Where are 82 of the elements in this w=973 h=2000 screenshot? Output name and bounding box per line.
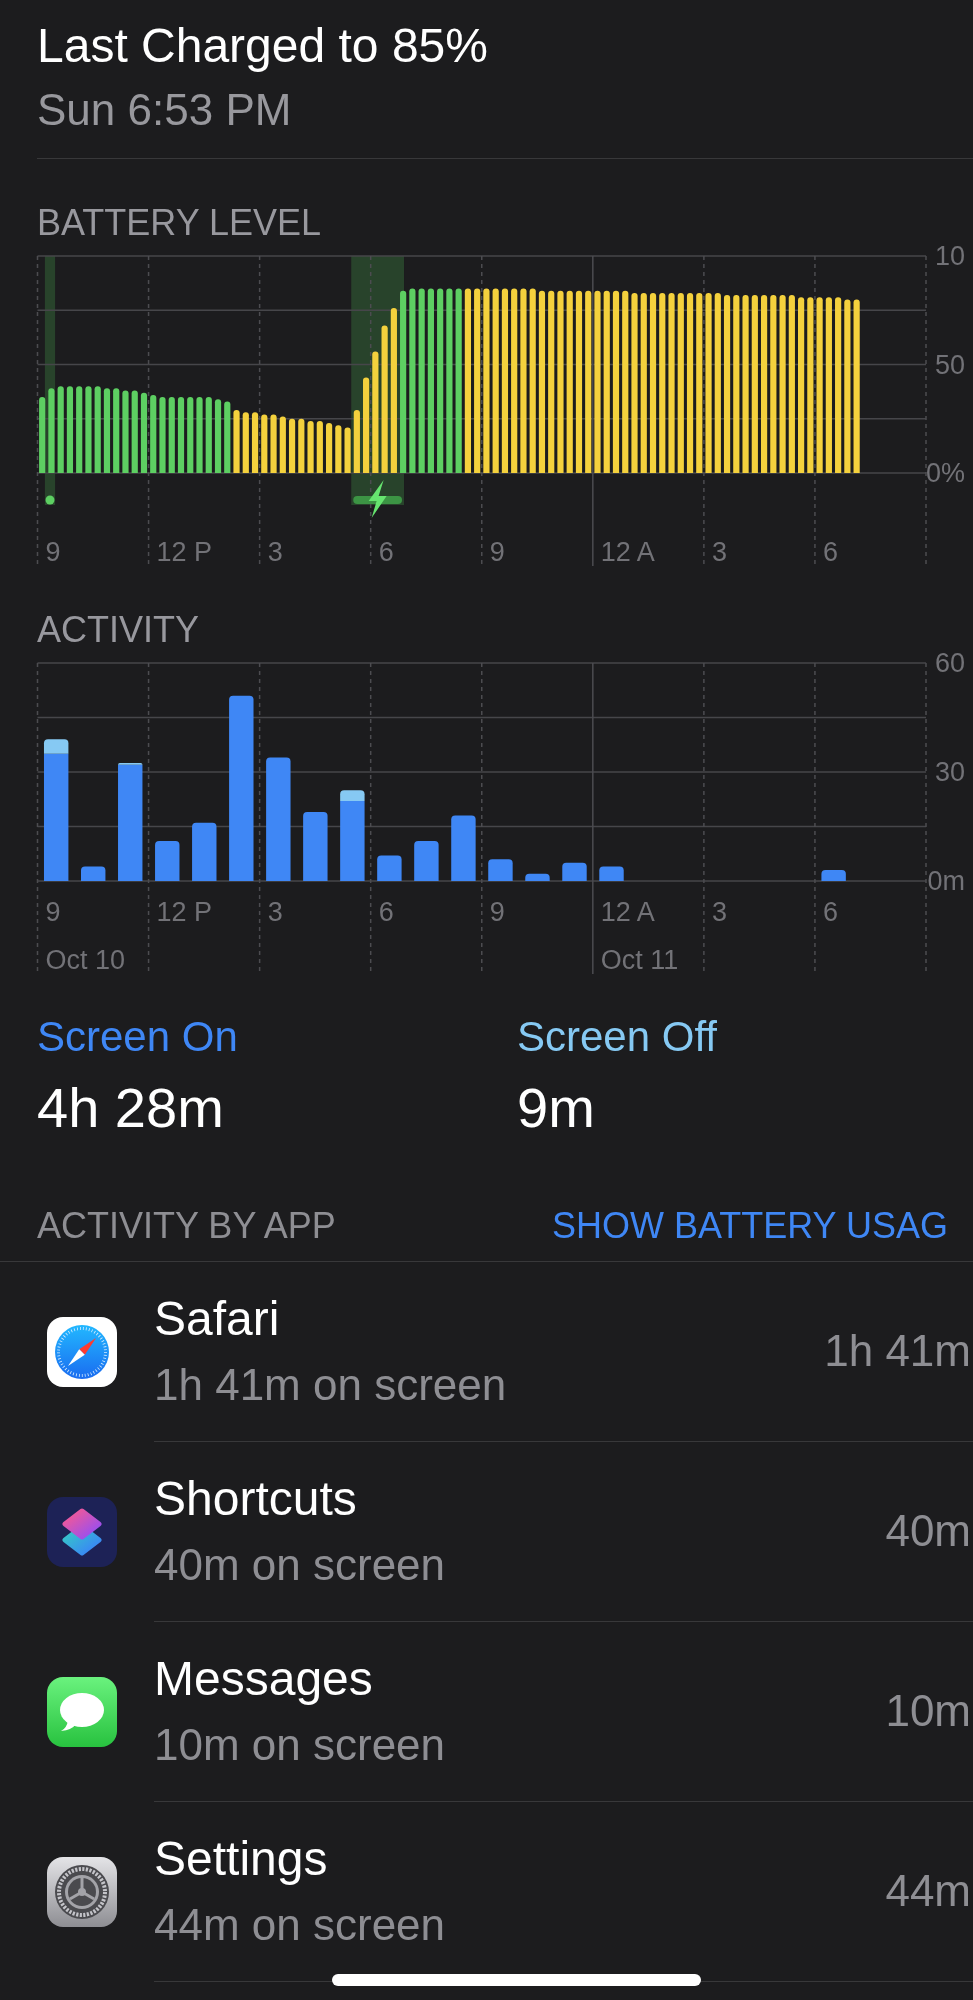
gear-icon: [47, 1856, 117, 1927]
stat-value: 4h 28m: [37, 1075, 224, 1142]
axis-label: 3: [711, 536, 727, 567]
app-detail: 10m on screen: [154, 1719, 446, 1772]
app-detail: 44m on screen: [154, 1899, 446, 1952]
axis-label: 50: [934, 349, 965, 380]
app-detail: 40m on screen: [154, 1539, 446, 1592]
axis-label: 6: [378, 536, 394, 567]
axis-label: 30: [934, 757, 965, 788]
screen-on-bar: [155, 840, 180, 881]
axis-label: 60: [934, 648, 965, 679]
screen-off-bar: [340, 789, 365, 801]
compass-icon: [47, 1316, 117, 1387]
app-detail: 1h 41m on screen: [154, 1359, 507, 1412]
date-label: Oct 10: [45, 944, 126, 975]
stat-label: Screen Off: [517, 1011, 717, 1062]
home-indicator[interactable]: [332, 1974, 701, 1986]
usage-time: 40m: [885, 1504, 971, 1557]
screen-on-bar: [303, 811, 328, 881]
charge-dot-icon: [45, 495, 55, 505]
screen-on-bar: [192, 822, 217, 881]
battery-bar: [335, 424, 342, 473]
battery-bar: [261, 414, 268, 473]
screen-on-bar: [414, 840, 439, 881]
axis-label: 0m: [927, 866, 965, 897]
battery-bar: [251, 411, 259, 473]
screen-on-bar: [488, 858, 513, 881]
app-name: Safari: [154, 1290, 280, 1347]
battery-bar: [344, 427, 351, 473]
axis-label: 0%: [925, 458, 965, 488]
battery-bar: [326, 422, 333, 473]
axis-label: 12 A: [600, 896, 655, 927]
screen-on-bar: [525, 873, 550, 881]
battery-bar: [307, 420, 314, 473]
screen-on-bar: [562, 862, 587, 881]
axis-label: 6: [822, 896, 838, 927]
battery-bar: [233, 409, 240, 473]
lightning-bolt-icon: [353, 479, 402, 518]
battery-bar: [270, 414, 277, 473]
axis-label: 9: [45, 536, 61, 567]
battery-bar: [288, 418, 296, 473]
axis-label: 6: [378, 896, 394, 927]
section-heading: ACTIVITY BY APP: [37, 1204, 336, 1248]
charge-time: Sun 6:53 PM: [37, 83, 292, 136]
stat-value: 9m: [517, 1075, 595, 1142]
axis-label: 3: [267, 536, 283, 567]
battery-bar: [242, 411, 249, 473]
section-heading: ACTIVITY: [37, 607, 200, 651]
battery-bar: [298, 418, 305, 473]
axis-label: 10: [934, 241, 965, 271]
app-name: Shortcuts: [154, 1470, 357, 1527]
screen-on-bar: [821, 869, 846, 881]
axis-label: 9: [489, 896, 505, 927]
axis-label: 6: [822, 536, 838, 567]
battery-bar: [353, 409, 360, 473]
usage-time: 10m: [885, 1684, 971, 1737]
speech-bubble-icon: [47, 1676, 117, 1747]
battery-bar: [279, 416, 286, 473]
axis-label: 3: [267, 896, 283, 927]
axis-label: 12 P: [156, 536, 213, 567]
screen-on-bar: [451, 815, 476, 881]
app-name: Settings: [154, 1830, 328, 1887]
axis-label: 9: [489, 536, 505, 567]
stacked-tiles-icon: [47, 1496, 117, 1567]
axis-label: 9: [45, 896, 61, 927]
show-battery-usage-link[interactable]: SHOW BATTERY USAG: [551, 1204, 948, 1248]
date-label: Oct 11: [600, 944, 679, 975]
axis-label: 12 P: [156, 896, 213, 927]
screen-on-bar: [377, 855, 402, 881]
charge-title: Last Charged to 85%: [37, 18, 488, 74]
screen-on-bar: [599, 866, 624, 881]
app-name: Messages: [154, 1650, 373, 1707]
stat-label: Screen On: [37, 1011, 238, 1062]
axis-label: 12 A: [600, 536, 655, 567]
axis-label: 3: [711, 896, 727, 927]
section-heading: BATTERY LEVEL: [37, 201, 322, 245]
usage-time: 1h 41m: [824, 1324, 971, 1377]
screen-off-bar: [44, 739, 69, 754]
battery-bar: [316, 420, 323, 473]
usage-time: 44m: [885, 1864, 971, 1917]
screen-off-bar: [118, 762, 143, 765]
screen-on-bar: [81, 866, 106, 881]
